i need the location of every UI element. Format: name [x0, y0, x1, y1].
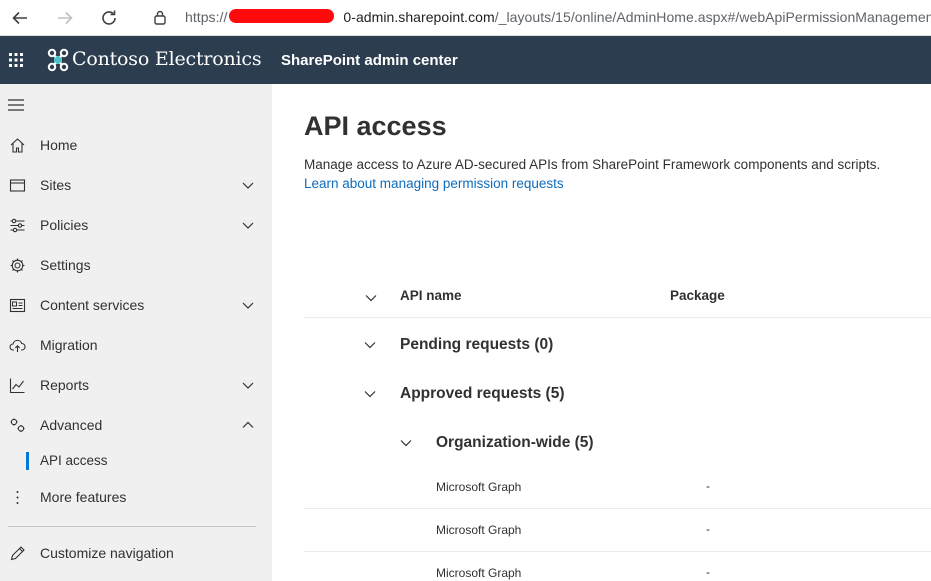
content-services-icon	[8, 296, 26, 314]
list-header: API name Package	[304, 280, 931, 318]
collapse-all-button[interactable]	[362, 289, 380, 307]
refresh-button[interactable]	[97, 6, 121, 30]
url-domain: 0-admin.sharepoint.com	[343, 9, 495, 25]
nav-item-label: Sites	[40, 177, 72, 193]
table-row[interactable]: Microsoft Graph -	[304, 552, 931, 581]
group-organization-wide[interactable]: Organization-wide (5)	[304, 423, 931, 463]
nav-item-home[interactable]: Home	[0, 127, 272, 163]
nav-item-label: Advanced	[40, 417, 103, 433]
nav-item-label: Settings	[40, 257, 91, 273]
home-icon	[8, 136, 26, 154]
table-row[interactable]: Microsoft Graph -	[304, 466, 931, 509]
nav-item-sites[interactable]: Sites	[0, 167, 272, 203]
nav-subitem-label: API access	[40, 453, 108, 468]
nav-item-reports[interactable]: Reports	[0, 367, 272, 403]
hamburger-menu-icon[interactable]	[8, 98, 24, 112]
page-description: Manage access to Azure AD-secured APIs f…	[304, 157, 881, 172]
chevron-down-icon	[365, 295, 377, 302]
address-bar[interactable]: https:// 0-admin.sharepoint.com/_layouts/…	[142, 4, 931, 30]
nav-item-label: Content services	[40, 297, 145, 313]
lock-icon	[152, 9, 168, 25]
learn-more-link[interactable]: Learn about managing permission requests	[304, 176, 564, 191]
nav-item-label: Customize navigation	[40, 545, 174, 561]
back-button[interactable]	[8, 6, 32, 30]
arrow-left-icon	[12, 11, 27, 25]
nav-item-content-services[interactable]: Content services	[0, 287, 272, 323]
forward-button[interactable]	[53, 6, 77, 30]
chevron-down-icon	[242, 182, 254, 189]
suite-header: Contoso Electronics SharePoint admin cen…	[0, 36, 931, 84]
group-label: Pending requests (0)	[400, 336, 554, 353]
main-content: API access Manage access to Azure AD-sec…	[272, 84, 931, 581]
refresh-icon	[102, 10, 116, 25]
more-vertical-icon	[8, 488, 26, 506]
cloud-upload-icon	[8, 336, 26, 354]
package-cell: -	[706, 479, 710, 493]
group-pending-requests[interactable]: Pending requests (0)	[304, 325, 931, 365]
group-label: Organization-wide (5)	[436, 434, 594, 451]
arrow-right-icon	[58, 11, 73, 25]
column-header-api-name[interactable]: API name	[400, 288, 462, 303]
nav-item-label: Home	[40, 137, 78, 153]
redaction-mark	[229, 9, 334, 23]
sites-icon	[8, 176, 26, 194]
url-scheme: https://	[185, 9, 228, 25]
contoso-logo-icon	[47, 48, 69, 72]
gear-icon	[8, 256, 26, 274]
nav-subitem-api-access[interactable]: API access	[0, 446, 272, 476]
package-cell: -	[706, 522, 710, 536]
url-path: /_layouts/15/online/AdminHome.aspx#/webA…	[494, 9, 931, 25]
chevron-down-icon	[398, 435, 414, 451]
package-cell: -	[706, 565, 710, 579]
group-approved-requests[interactable]: Approved requests (5)	[304, 374, 931, 414]
browser-toolbar: https:// 0-admin.sharepoint.com/_layouts/…	[0, 0, 931, 36]
nav-item-policies[interactable]: Policies	[0, 207, 272, 243]
nav-item-customize-navigation[interactable]: Customize navigation	[0, 535, 272, 571]
table-row[interactable]: Microsoft Graph -	[304, 509, 931, 552]
nav-item-settings[interactable]: Settings	[0, 247, 272, 283]
policies-icon	[8, 216, 26, 234]
api-name-cell: Microsoft Graph	[436, 566, 522, 580]
nav-item-migration[interactable]: Migration	[0, 327, 272, 363]
nav-item-label: Reports	[40, 377, 90, 393]
chevron-down-icon	[362, 386, 378, 402]
pencil-icon	[8, 544, 26, 562]
nav-item-more-features[interactable]: More features	[0, 479, 272, 515]
nav-item-label: Migration	[40, 337, 98, 353]
app-launcher-button[interactable]	[0, 36, 32, 84]
api-name-cell: Microsoft Graph	[436, 480, 522, 494]
chevron-down-icon	[242, 382, 254, 389]
chart-icon	[8, 376, 26, 394]
app-name[interactable]: SharePoint admin center	[281, 52, 458, 69]
org-name[interactable]: Contoso Electronics	[72, 48, 262, 70]
chevron-down-icon	[242, 302, 254, 309]
nav-item-label: Policies	[40, 217, 89, 233]
api-name-cell: Microsoft Graph	[436, 523, 522, 537]
selected-indicator	[26, 452, 29, 470]
waffle-icon	[9, 53, 23, 67]
chevron-down-icon	[242, 222, 254, 229]
group-label: Approved requests (5)	[400, 385, 565, 402]
page-title: API access	[304, 111, 447, 141]
chevron-up-icon	[242, 421, 254, 428]
left-navigation: Home Sites Policies Settings Content ser…	[0, 84, 272, 581]
column-header-package[interactable]: Package	[670, 288, 725, 303]
chevron-down-icon	[362, 337, 378, 353]
nav-item-advanced[interactable]: Advanced	[0, 407, 272, 443]
nav-divider	[8, 526, 256, 527]
advanced-icon	[8, 416, 26, 434]
nav-item-label: More features	[40, 489, 127, 505]
